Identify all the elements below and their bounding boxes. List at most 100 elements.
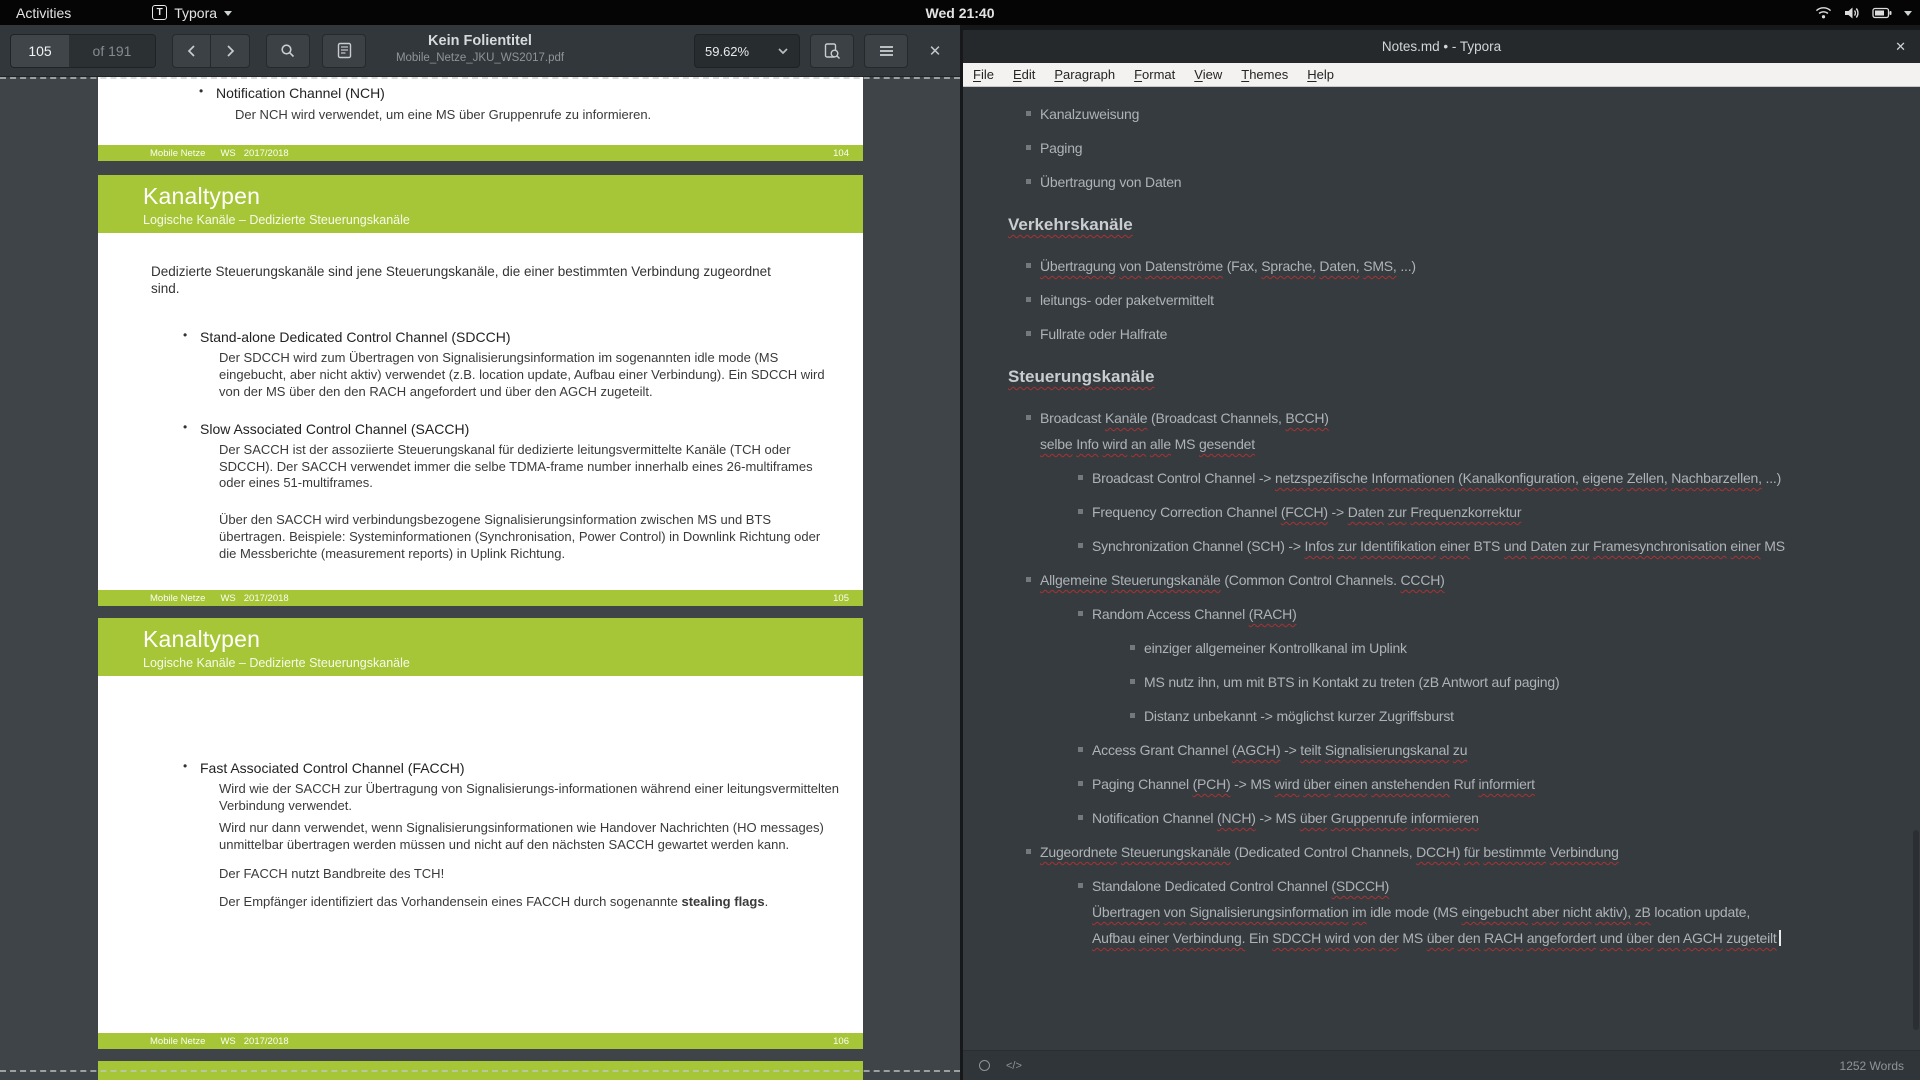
outline-item[interactable]: Synchronization Channel (SCH) -> Infos z… bbox=[1092, 533, 1900, 559]
outline-item[interactable]: einziger allgemeiner Kontrollkanal im Up… bbox=[1144, 635, 1900, 661]
bullet-marker-icon bbox=[1078, 509, 1083, 514]
menu-view[interactable]: View bbox=[1194, 67, 1222, 82]
pdf-content-area[interactable]: •Notification Channel (NCH) Der NCH wird… bbox=[0, 77, 960, 1080]
outline-item[interactable]: Broadcast Kanäle (Broadcast Channels, BC… bbox=[1040, 405, 1900, 457]
bullet-marker-icon bbox=[1026, 145, 1031, 150]
typora-window-title: Notes.md • - Typora bbox=[1382, 39, 1501, 54]
menu-paragraph[interactable]: Paragraph bbox=[1054, 67, 1115, 82]
text-line[interactable]: selbe Info wird an alle MS gesendet bbox=[1040, 431, 1900, 457]
text-line[interactable]: Random Access Channel (RACH) bbox=[1092, 601, 1900, 627]
outline-heading[interactable]: Steuerungskanäle bbox=[1008, 364, 1900, 390]
bullet-dot-icon: • bbox=[183, 759, 187, 773]
text-line[interactable]: einziger allgemeiner Kontrollkanal im Up… bbox=[1144, 635, 1900, 661]
text-line[interactable]: Notification Channel (NCH) -> MS über Gr… bbox=[1092, 805, 1900, 831]
outline-item[interactable]: Standalone Dedicated Control Channel (SD… bbox=[1092, 873, 1900, 951]
text-line[interactable]: Zugeordnete Steuerungskanäle (Dedicated … bbox=[1040, 839, 1900, 865]
typora-titlebar: Notes.md • - Typora ✕ bbox=[963, 30, 1920, 63]
text-line[interactable]: Standalone Dedicated Control Channel (SD… bbox=[1092, 873, 1900, 899]
outline-item[interactable]: Paging Channel (PCH) -> MS wird über ein… bbox=[1092, 771, 1900, 797]
wifi-icon bbox=[1815, 6, 1832, 20]
outline-item[interactable]: MS nutz ihn, um mit BTS in Kontakt zu tr… bbox=[1144, 669, 1900, 695]
text-line[interactable]: Broadcast Control Channel -> netzspezifi… bbox=[1092, 465, 1900, 491]
text-line[interactable]: Übertragen von Signalisierungsinformatio… bbox=[1092, 899, 1900, 925]
text-line[interactable]: Allgemeine Steuerungskanäle (Common Cont… bbox=[1040, 567, 1900, 593]
outline-item[interactable]: Random Access Channel (RACH) bbox=[1092, 601, 1900, 627]
bullet-marker-icon bbox=[1078, 883, 1083, 888]
text-caret bbox=[1779, 930, 1781, 946]
source-code-mode-icon[interactable]: </> bbox=[1006, 1060, 1022, 1072]
typora-close-button[interactable]: ✕ bbox=[1895, 30, 1906, 63]
menu-themes[interactable]: Themes bbox=[1241, 67, 1288, 82]
outline-item[interactable]: Kanalzuweisung bbox=[1040, 101, 1900, 127]
menu-help[interactable]: Help bbox=[1307, 67, 1334, 82]
system-status-area[interactable] bbox=[1815, 0, 1912, 25]
slide-bullet: •Fast Associated Control Channel (FACCH)… bbox=[200, 760, 863, 911]
menu-edit[interactable]: Edit bbox=[1013, 67, 1035, 82]
outline-item[interactable]: Übertragung von Daten bbox=[1040, 169, 1900, 195]
outline-item[interactable]: Übertragung von Datenströme (Fax, Sprach… bbox=[1040, 253, 1900, 279]
slide-title: Kanaltypen bbox=[143, 626, 863, 653]
bullet-dot-icon: • bbox=[199, 84, 203, 98]
slide-page-number: 106 bbox=[833, 1036, 849, 1047]
app-menu-label: Typora bbox=[174, 5, 217, 21]
outline-item[interactable]: Fullrate oder Halfrate bbox=[1040, 321, 1900, 347]
outline-item[interactable]: Frequency Correction Channel (FCCH) -> D… bbox=[1092, 499, 1900, 525]
hamburger-menu-button[interactable] bbox=[864, 34, 908, 68]
text-line[interactable]: Verkehrskanäle bbox=[1008, 212, 1900, 238]
outline-item[interactable]: Distanz unbekannt -> möglichst kurzer Zu… bbox=[1144, 703, 1900, 729]
text-line[interactable]: Übertragung von Datenströme (Fax, Sprach… bbox=[1040, 253, 1900, 279]
text-line[interactable]: MS nutz ihn, um mit BTS in Kontakt zu tr… bbox=[1144, 669, 1900, 695]
next-page-button[interactable] bbox=[211, 34, 250, 68]
bullet-marker-icon bbox=[1078, 543, 1083, 548]
word-count[interactable]: 1252 Words bbox=[1840, 1059, 1904, 1073]
bullet-marker-icon bbox=[1078, 747, 1083, 752]
app-menu[interactable]: T Typora bbox=[142, 5, 242, 21]
outline-heading[interactable]: Verkehrskanäle bbox=[1008, 212, 1900, 238]
slide-paragraph: Der Empfänger identifiziert das Vorhande… bbox=[219, 894, 841, 911]
text-line[interactable]: Fullrate oder Halfrate bbox=[1040, 321, 1900, 347]
outline-item[interactable]: Paging bbox=[1040, 135, 1900, 161]
slide-paragraph: Der NCH wird verwendet, um eine MS über … bbox=[235, 107, 795, 124]
text-line[interactable]: leitungs- oder paketvermittelt bbox=[1040, 287, 1900, 313]
page-number-input[interactable]: 105 of 191 bbox=[10, 34, 156, 68]
search-button[interactable] bbox=[266, 34, 310, 68]
outline-item[interactable]: leitungs- oder paketvermittelt bbox=[1040, 287, 1900, 313]
typora-window: Notes.md • - Typora ✕ File Edit Paragraph F… bbox=[963, 30, 1920, 1080]
text-line[interactable]: Broadcast Kanäle (Broadcast Channels, BC… bbox=[1040, 405, 1900, 431]
text-line[interactable]: Frequency Correction Channel (FCCH) -> D… bbox=[1092, 499, 1900, 525]
clock[interactable]: Wed 21:40 bbox=[926, 0, 995, 25]
sidebar-toggle-button[interactable] bbox=[322, 34, 366, 68]
close-window-button[interactable]: ✕ bbox=[918, 34, 952, 68]
document-title-area: Kein Folientitel Mobile_Netze_JKU_WS2017… bbox=[396, 33, 564, 64]
markdown-editor[interactable]: Kanalzuweisung Paging Übertragung von Date… bbox=[963, 87, 1920, 1050]
page-magnifier-button[interactable] bbox=[810, 34, 854, 68]
text-line[interactable]: Paging bbox=[1040, 135, 1900, 161]
text-line[interactable]: Paging Channel (PCH) -> MS wird über ein… bbox=[1092, 771, 1900, 797]
text-line[interactable]: Distanz unbekannt -> möglichst kurzer Zu… bbox=[1144, 703, 1900, 729]
outline-item[interactable]: Zugeordnete Steuerungskanäle (Dedicated … bbox=[1040, 839, 1900, 865]
outline-item[interactable]: Broadcast Control Channel -> netzspezifi… bbox=[1092, 465, 1900, 491]
outline-item[interactable]: Allgemeine Steuerungskanäle (Common Cont… bbox=[1040, 567, 1900, 593]
typora-app-icon: T bbox=[152, 5, 167, 20]
slide-footer: Mobile Netze WS 2017/2018 106 bbox=[98, 1033, 863, 1049]
slide-bullet: •Notification Channel (NCH) Der NCH wird… bbox=[216, 85, 863, 124]
chevron-down-icon bbox=[1904, 11, 1912, 16]
focus-mode-icon[interactable] bbox=[979, 1060, 990, 1071]
slide-bullet: •Slow Associated Control Channel (SACCH)… bbox=[200, 421, 863, 563]
text-line[interactable]: Access Grant Channel (AGCH) -> teilt Sig… bbox=[1092, 737, 1900, 763]
activities-button[interactable]: Activities bbox=[0, 5, 87, 21]
zoom-level-dropdown[interactable]: 59.62% bbox=[694, 34, 800, 68]
gnome-top-bar: Activities T Typora Wed 21:40 bbox=[0, 0, 1920, 25]
text-line[interactable]: Kanalzuweisung bbox=[1040, 101, 1900, 127]
menu-format[interactable]: Format bbox=[1134, 67, 1175, 82]
page-current-value[interactable]: 105 bbox=[11, 35, 69, 67]
text-line[interactable]: Aufbau einer Verbindung. Ein SDCCH wird … bbox=[1092, 925, 1900, 951]
outline-item[interactable]: Notification Channel (NCH) -> MS über Gr… bbox=[1092, 805, 1900, 831]
text-line[interactable]: Synchronization Channel (SCH) -> Infos z… bbox=[1092, 533, 1900, 559]
menu-file[interactable]: File bbox=[973, 67, 994, 82]
previous-page-button[interactable] bbox=[172, 34, 211, 68]
text-line[interactable]: Übertragung von Daten bbox=[1040, 169, 1900, 195]
text-line[interactable]: Steuerungskanäle bbox=[1008, 364, 1900, 390]
scrollbar-thumb[interactable] bbox=[1913, 830, 1919, 1030]
outline-item[interactable]: Access Grant Channel (AGCH) -> teilt Sig… bbox=[1092, 737, 1900, 763]
